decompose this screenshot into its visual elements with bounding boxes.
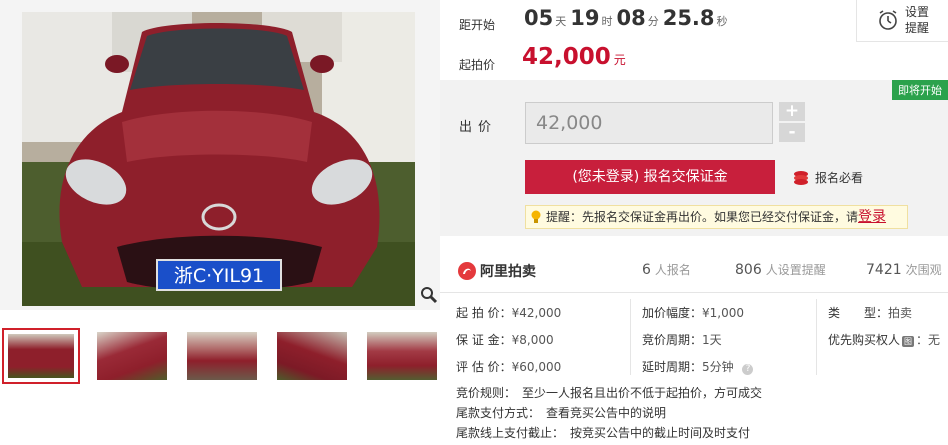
car-image: 浙C·YIL91 bbox=[22, 12, 415, 306]
ali-auction-logo: 阿里拍卖 bbox=[458, 261, 536, 281]
hint-text: 提醒：先报名交保证金再出价。如果您已经交付保证金，请 bbox=[546, 210, 859, 224]
remind-line2: 提醒 bbox=[905, 21, 930, 35]
start-price-value: 42,000 bbox=[522, 44, 611, 70]
alarm-clock-icon bbox=[879, 10, 897, 30]
zoom-icon[interactable] bbox=[420, 286, 438, 304]
ali-auction-logo-icon bbox=[458, 262, 476, 280]
rule-bidding: 竞价规则： 至少一人报名且出价不低于起拍价，方可成交 bbox=[456, 386, 763, 400]
help-icon[interactable]: ? bbox=[742, 364, 754, 375]
bid-amount-input[interactable] bbox=[525, 102, 773, 144]
attr-delay: 延时周期：5分钟 ? bbox=[642, 358, 754, 375]
brand-name: 阿里拍卖 bbox=[480, 264, 536, 280]
countdown-hours: 19 bbox=[570, 6, 600, 30]
countdown: 05 天 19 时 08 分 25.8 秒 bbox=[524, 6, 728, 30]
thumbnail-1[interactable] bbox=[2, 328, 80, 384]
coins-icon bbox=[794, 170, 808, 185]
decrease-bid-button[interactable]: - bbox=[779, 123, 805, 142]
status-badge: 即将开始 bbox=[892, 80, 948, 100]
thumbnail-4[interactable] bbox=[273, 328, 351, 384]
signup-count: 6 人报名 bbox=[642, 262, 691, 278]
attr-priority-buyer: 优先购买权人图：无 bbox=[828, 333, 941, 347]
remind-line1: 设置 bbox=[905, 5, 930, 19]
thumbnail-5[interactable] bbox=[363, 328, 441, 384]
attr-increment: 加价幅度：¥1,000 bbox=[642, 306, 745, 320]
reminder-count: 806 人设置提醒 bbox=[735, 262, 826, 278]
divider bbox=[630, 299, 631, 375]
bid-panel: 即将开始 出价 + - (您未登录) 报名交保证金 报名必看 提醒：先报名交保证… bbox=[440, 80, 948, 236]
plate-text: 浙C·YIL91 bbox=[174, 265, 264, 287]
main-photo[interactable]: 浙C·YIL91 bbox=[0, 0, 440, 310]
auction-stats: 阿里拍卖 6 人报名 806 人设置提醒 7421 次围观 bbox=[440, 248, 948, 292]
thumbnail-2[interactable] bbox=[93, 328, 171, 384]
start-price: 42,000 元 bbox=[522, 44, 626, 70]
attr-start-price: 起 拍 价：¥42,000 bbox=[456, 306, 562, 320]
start-price-label: 起拍价 bbox=[459, 58, 496, 72]
set-reminder-button[interactable]: 设置 提醒 bbox=[856, 0, 948, 42]
thumbnail-3[interactable] bbox=[183, 328, 261, 384]
view-count: 7421 次围观 bbox=[866, 262, 942, 278]
attr-appraisal: 评 估 价：¥60,000 bbox=[456, 360, 562, 374]
bid-label: 出价 bbox=[459, 120, 498, 135]
countdown-minutes: 08 bbox=[616, 6, 646, 30]
divider bbox=[816, 299, 817, 375]
info-badge-icon[interactable]: 图 bbox=[902, 336, 915, 347]
must-read-label: 报名必看 bbox=[815, 171, 864, 185]
thumbnail-strip bbox=[0, 328, 440, 386]
countdown-label: 距开始 bbox=[459, 18, 496, 32]
increase-bid-button[interactable]: + bbox=[779, 102, 805, 121]
auction-attributes: 起 拍 价：¥42,000 保 证 金：¥8,000 评 估 价：¥60,000… bbox=[440, 292, 948, 378]
attr-cycle: 竞价周期：1天 bbox=[642, 333, 722, 347]
login-link[interactable]: 登录 bbox=[858, 209, 886, 225]
must-read-link[interactable]: 报名必看 bbox=[792, 169, 863, 186]
rule-payment-method: 尾款支付方式： 查看竞买公告中的说明 bbox=[456, 406, 667, 420]
countdown-seconds: 25.8 bbox=[662, 6, 715, 30]
lightbulb-icon bbox=[531, 210, 541, 223]
attr-type: 类 型：拍卖 bbox=[828, 306, 913, 320]
rule-payment-deadline: 尾款线上支付截止： 按竞买公告中的截止时间及时支付 bbox=[456, 426, 751, 440]
attr-deposit: 保 证 金：¥8,000 bbox=[456, 333, 554, 347]
login-hint: 提醒：先报名交保证金再出价。如果您已经交付保证金，请登录 bbox=[525, 205, 908, 229]
countdown-days: 05 bbox=[524, 6, 554, 30]
auction-summary: 距开始 05 天 19 时 08 分 25.8 秒 起拍价 42,000 元 设置 bbox=[440, 0, 948, 80]
auction-rules: 竞价规则： 至少一人报名且出价不低于起拍价，方可成交 尾款支付方式： 查看竞买公告中… bbox=[456, 383, 936, 443]
auction-page: 浙C·YIL91 距开始 05 天 19 时 08 分 25.8 秒 起拍价 4… bbox=[0, 0, 948, 445]
pay-deposit-button[interactable]: (您未登录) 报名交保证金 bbox=[525, 160, 775, 194]
